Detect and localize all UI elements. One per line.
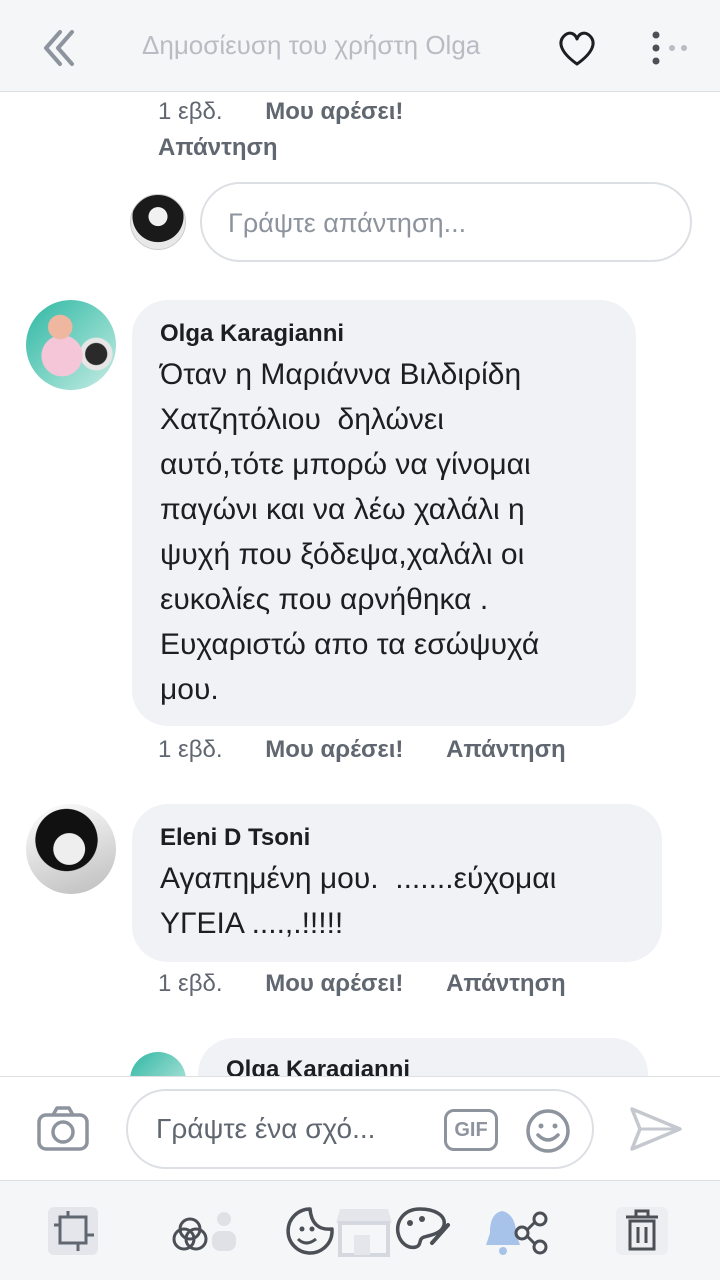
reply-button[interactable]: Απάντηση	[158, 134, 278, 162]
page-title: Δημοσίευση του χρήστη Olga	[142, 30, 481, 60]
avatar[interactable]	[26, 300, 116, 390]
comment-author[interactable]: Olga Karagianni	[226, 1056, 410, 1076]
reply-button[interactable]: Απάντηση	[446, 970, 566, 998]
groups-icon[interactable]	[168, 1203, 236, 1259]
emoji-icon[interactable]	[524, 1107, 572, 1155]
comment-bubble: Olga Karagianni Όταν η Μαριάννα Βιλδιρίδ…	[132, 300, 636, 726]
comment-meta-reply: Απάντηση	[158, 134, 278, 162]
reply-row: Γράψτε απάντηση...	[130, 182, 696, 264]
comment-composer: Γράψτε ένα σχό... GIF	[0, 1076, 720, 1180]
comment-author[interactable]: Eleni D Tsoni	[160, 824, 634, 852]
reply-button[interactable]: Απάντηση	[446, 736, 566, 764]
comment-meta: 1 εβδ. Μου αρέσει! Απάντηση	[158, 970, 566, 998]
comment-meta: 1 εβδ. Μου αρέσει! Απάντηση	[158, 736, 566, 764]
notifications-icon[interactable]	[482, 1203, 552, 1259]
like-button[interactable]: Μου αρέσει!	[265, 736, 403, 764]
back-icon[interactable]	[38, 28, 82, 68]
delete-icon[interactable]	[612, 1203, 672, 1259]
avatar[interactable]	[130, 1052, 186, 1076]
comment-input-placeholder: Γράψτε ένα σχό...	[156, 1113, 376, 1144]
comment-bubble: Olga Karagianni	[198, 1038, 648, 1076]
comment-bubble: Eleni D Tsoni Αγαπημένη μου. .......εύχο…	[132, 804, 662, 962]
comment-meta: 1 εβδ. Μου αρέσει!	[158, 98, 403, 126]
reply-input[interactable]: Γράψτε απάντηση...	[200, 182, 692, 262]
feed-icon[interactable]	[44, 1203, 104, 1259]
more-options-icon[interactable]	[646, 28, 690, 68]
sticker-icon[interactable]	[282, 1203, 342, 1259]
bottom-toolbar	[0, 1180, 720, 1280]
comment-time: 1 εβδ.	[158, 970, 223, 997]
comment-time: 1 εβδ.	[158, 736, 223, 763]
like-button[interactable]: Μου αρέσει!	[265, 98, 403, 126]
avatar	[130, 194, 186, 250]
camera-icon[interactable]	[36, 1105, 90, 1153]
comment-text: Όταν η Μαριάννα Βιλδιρίδη Χατζητόλιου δη…	[160, 358, 540, 706]
top-bar: Δημοσίευση του χρήστη Olga	[0, 0, 720, 92]
send-icon[interactable]	[628, 1105, 684, 1153]
avatar[interactable]	[26, 804, 116, 894]
like-button[interactable]: Μου αρέσει!	[265, 970, 403, 998]
comment-text: Αγαπημένη μου. .......εύχομαι ΥΓΕΙΑ ....…	[160, 862, 557, 940]
comment-author[interactable]: Olga Karagianni	[160, 320, 608, 348]
gif-button[interactable]: GIF	[444, 1109, 498, 1151]
comment-time: 1 εβδ.	[158, 98, 223, 125]
comments-feed[interactable]: 1 εβδ. Μου αρέσει! Απάντηση Γράψτε απάντ…	[0, 92, 720, 1076]
comment-input[interactable]: Γράψτε ένα σχό... GIF	[126, 1089, 594, 1169]
palette-icon[interactable]	[392, 1203, 452, 1259]
heart-icon[interactable]	[556, 28, 598, 68]
marketplace-icon[interactable]	[334, 1203, 394, 1259]
